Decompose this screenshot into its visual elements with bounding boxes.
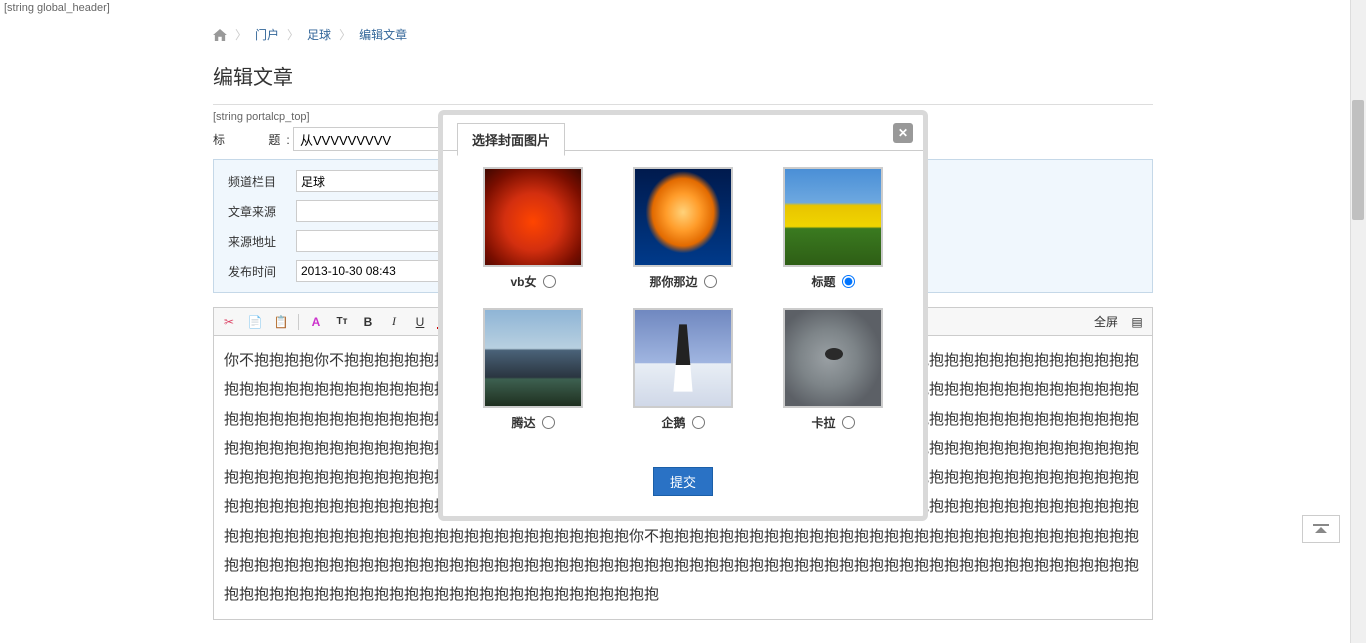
sourceurl-input[interactable] — [296, 230, 446, 252]
cover-thumb[interactable] — [483, 308, 583, 408]
cover-label: 标题 — [811, 273, 835, 290]
cover-radio[interactable] — [543, 275, 556, 288]
breadcrumb: 〉 门户 〉 足球 〉 编辑文章 — [213, 16, 1153, 53]
breadcrumb-category[interactable]: 足球 — [307, 26, 331, 43]
fullscreen-button[interactable]: 全屏 — [1090, 312, 1122, 331]
scrollbar-thumb[interactable] — [1352, 100, 1364, 220]
breadcrumb-portal[interactable]: 门户 — [255, 26, 279, 43]
global-header-string: [string global_header] — [0, 0, 1366, 16]
cover-item: 企鹅 — [615, 308, 751, 431]
scrollbar-track[interactable] — [1350, 0, 1366, 643]
submit-button[interactable]: 提交 — [653, 467, 713, 496]
paste-icon[interactable]: 📋 — [272, 313, 290, 331]
cover-thumb[interactable] — [633, 308, 733, 408]
sourceurl-label: 来源地址 — [228, 233, 286, 250]
breadcrumb-sep: 〉 — [235, 26, 247, 43]
channel-label: 频道栏目 — [228, 173, 286, 190]
cover-thumb[interactable] — [783, 167, 883, 267]
pubtime-input[interactable] — [296, 260, 446, 282]
cover-thumb[interactable] — [633, 167, 733, 267]
cover-label: vb女 — [510, 273, 536, 290]
modal-tab-select[interactable]: 选择封面图片 — [457, 123, 565, 156]
toolbar-sep — [298, 314, 299, 330]
cover-radio[interactable] — [542, 416, 555, 429]
cover-thumb[interactable] — [483, 167, 583, 267]
bold-icon[interactable]: B — [359, 313, 377, 331]
cover-item: 那你那边 — [615, 167, 751, 290]
cover-label: 腾达 — [511, 414, 535, 431]
title-label: 标 题: — [213, 131, 283, 148]
cover-item: 卡拉 — [765, 308, 901, 431]
breadcrumb-sep: 〉 — [339, 26, 351, 43]
cover-item: 标题 — [765, 167, 901, 290]
source-label: 文章来源 — [228, 203, 286, 220]
cover-radio[interactable] — [842, 275, 855, 288]
home-icon[interactable] — [213, 29, 227, 41]
cut-icon[interactable]: ✂ — [220, 313, 238, 331]
cover-radio[interactable] — [704, 275, 717, 288]
scroll-top-button[interactable] — [1302, 515, 1340, 543]
cover-radio[interactable] — [842, 416, 855, 429]
cover-item: vb女 — [465, 167, 601, 290]
cover-thumb[interactable] — [783, 308, 883, 408]
page-title: 编辑文章 — [213, 53, 1153, 105]
channel-select[interactable] — [296, 170, 446, 192]
cover-label: 卡拉 — [811, 414, 835, 431]
fontsize-icon[interactable]: Tт — [333, 313, 351, 331]
cover-label: 那你那边 — [649, 273, 697, 290]
breadcrumb-sep: 〉 — [287, 26, 299, 43]
mode-icon[interactable]: ▤ — [1128, 313, 1146, 331]
cover-radio[interactable] — [692, 416, 705, 429]
breadcrumb-current: 编辑文章 — [359, 26, 407, 43]
font-icon[interactable]: A — [307, 313, 325, 331]
source-input[interactable] — [296, 200, 446, 222]
cover-label: 企鹅 — [661, 414, 685, 431]
cover-modal: 选择封面图片 ✕ vb女 那你那边 标题 腾达 企鹅 卡拉 提交 — [438, 110, 928, 521]
underline-icon[interactable]: U — [411, 313, 429, 331]
copy-icon[interactable]: 📄 — [246, 313, 264, 331]
pubtime-label: 发布时间 — [228, 263, 286, 280]
close-icon[interactable]: ✕ — [893, 123, 913, 143]
cover-item: 腾达 — [465, 308, 601, 431]
italic-icon[interactable]: I — [385, 313, 403, 331]
